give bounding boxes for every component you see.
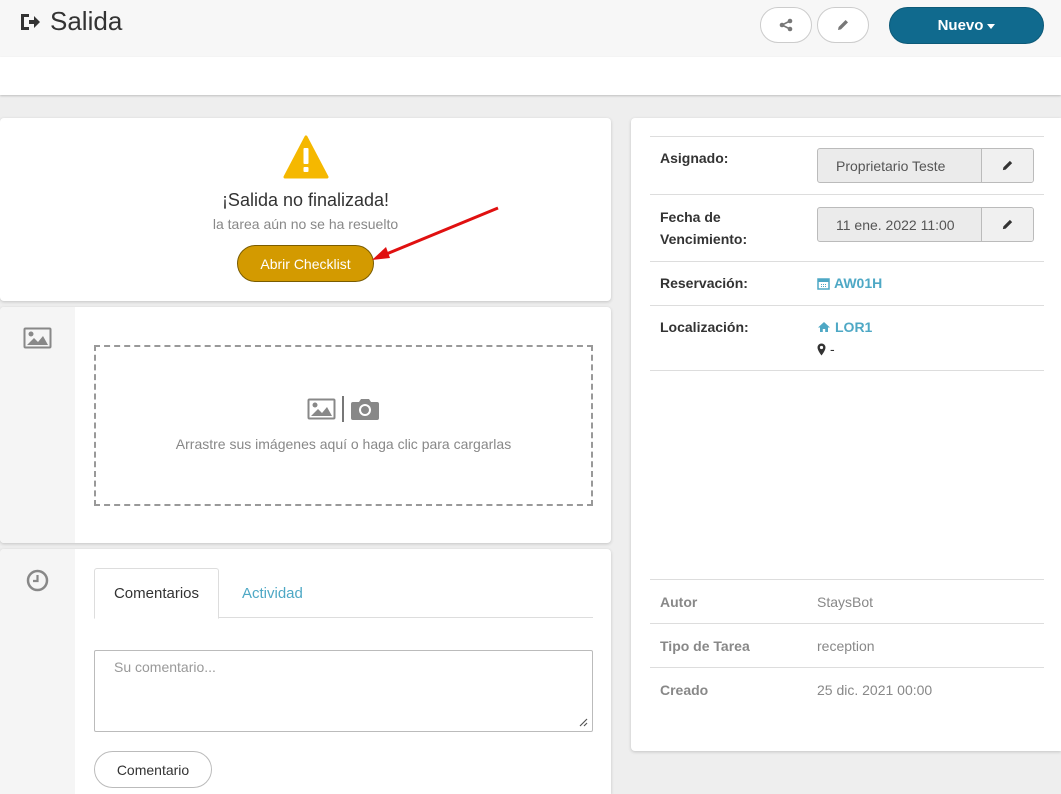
image-icon — [307, 398, 336, 419]
location-value: LOR1 — [835, 319, 873, 335]
open-checklist-button[interactable]: Abrir Checklist — [237, 245, 374, 282]
new-button[interactable]: Nuevo — [889, 7, 1044, 44]
comment-tabs: Comentarios Actividad — [94, 568, 593, 619]
page-header: Salida Nuevo — [0, 0, 1061, 57]
reservation-label: Reservación: — [660, 275, 748, 291]
tab-actividad[interactable]: Actividad — [242, 568, 303, 618]
assigned-field: Proprietario Teste — [817, 148, 1034, 183]
comment-input[interactable] — [94, 650, 593, 732]
tab-comentarios[interactable]: Comentarios — [94, 568, 219, 619]
location-row: Localización: LOR1 - — [650, 305, 1044, 371]
reservation-value: AW01H — [834, 275, 883, 291]
status-title: ¡Salida no finalizada! — [221, 190, 390, 210]
due-date-label-line2: Vencimiento: — [660, 231, 748, 247]
location-address-value: - — [830, 341, 835, 357]
image-dropzone[interactable]: Arrastre sus imágenes aquí o haga clic p… — [94, 345, 593, 506]
status-subtitle: la tarea aún no se ha resuelto — [212, 216, 399, 232]
camera-icon — [351, 398, 379, 420]
pencil-icon — [1002, 160, 1013, 171]
dropzone-text: Arrastre sus imágenes aquí o haga clic p… — [175, 435, 512, 452]
divider — [342, 395, 344, 422]
assigned-row: Asignado: Proprietario Teste — [650, 136, 1044, 194]
reservation-row: Reservación: AW01H — [650, 261, 1044, 305]
clock-icon — [26, 569, 49, 592]
details-card: Asignado: Proprietario Teste Fecha de Ve… — [631, 118, 1061, 751]
meta-row-tipo: Tipo de Tarea reception — [650, 623, 1044, 667]
meta-row-autor: Autor StaysBot — [650, 579, 1044, 623]
due-date-field: 11 ene. 2022 11:00 — [817, 207, 1034, 242]
reservation-link[interactable]: AW01H — [817, 272, 882, 294]
red-arrow-annotation — [372, 206, 499, 260]
comments-card: Comentarios Actividad Comentario — [0, 549, 611, 794]
home-icon — [818, 322, 830, 332]
edit-button[interactable] — [817, 7, 869, 43]
resize-grip-icon[interactable] — [578, 717, 588, 727]
creado-value: 25 dic. 2021 00:00 — [817, 682, 933, 698]
edit-assigned-button[interactable] — [981, 149, 1033, 182]
due-date-label-line1: Fecha de — [660, 209, 721, 225]
assigned-label: Asignado: — [660, 150, 729, 166]
location-address: - — [817, 338, 835, 360]
image-upload-card: Arrastre sus imágenes aquí o haga clic p… — [0, 307, 611, 543]
calendar-icon — [817, 277, 830, 290]
header-subbar — [0, 57, 1061, 95]
caret-down-icon — [987, 24, 996, 29]
submit-comment-button[interactable]: Comentario — [94, 751, 212, 788]
tipo-value: reception — [817, 638, 875, 654]
location-label: Localización: — [660, 319, 749, 335]
assigned-value: Proprietario Teste — [836, 157, 946, 174]
image-icon — [23, 327, 52, 349]
location-link[interactable]: LOR1 — [817, 316, 872, 338]
due-date-value: 11 ene. 2022 11:00 — [836, 216, 955, 233]
edit-due-date-button[interactable] — [981, 208, 1033, 241]
pencil-icon — [838, 20, 848, 30]
autor-label: Autor — [660, 594, 698, 610]
meta-row-creado: Creado 25 dic. 2021 00:00 — [650, 667, 1044, 711]
share-icon — [779, 18, 793, 32]
pencil-icon — [1002, 219, 1013, 230]
share-button[interactable] — [760, 7, 812, 43]
autor-value: StaysBot — [817, 594, 874, 610]
page-title-text: Salida — [50, 6, 123, 36]
map-marker-icon — [817, 343, 826, 355]
creado-label: Creado — [660, 682, 709, 698]
sign-out-icon — [21, 13, 40, 30]
page-title: Salida — [18, 6, 122, 37]
new-button-label: Nuevo — [937, 17, 984, 34]
tipo-label: Tipo de Tarea — [660, 638, 750, 654]
dropzone-icons — [307, 395, 380, 422]
due-date-row: Fecha de Vencimiento: 11 ene. 2022 11:00 — [650, 194, 1044, 261]
warning-icon — [283, 135, 329, 179]
